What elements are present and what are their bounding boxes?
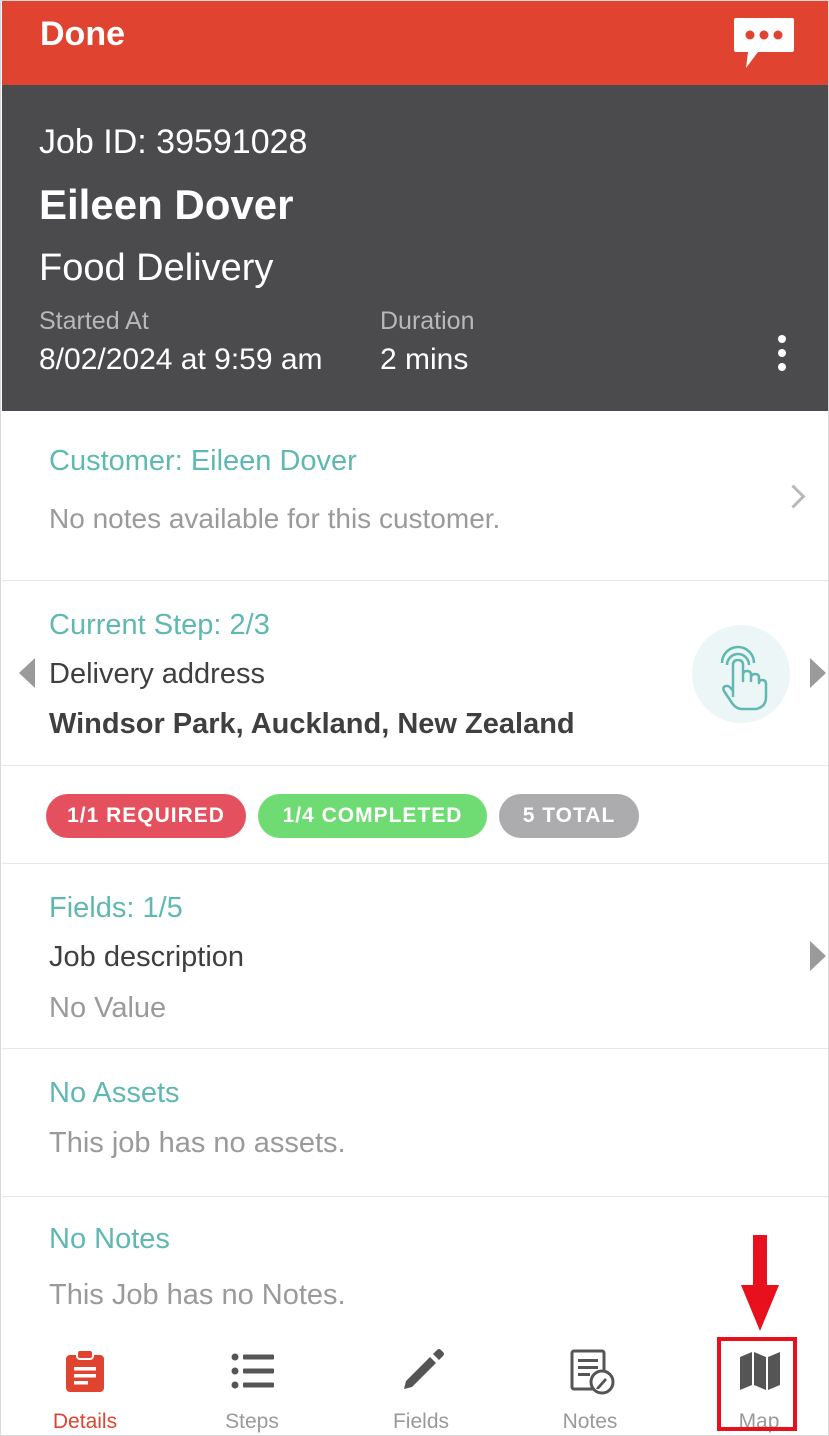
notes-title: No Notes	[49, 1223, 170, 1255]
tap-hand-icon	[720, 645, 768, 711]
tab-details-label: Details	[52, 1410, 118, 1433]
assets-title: No Assets	[49, 1077, 180, 1109]
total-badge: 5 TOTAL	[499, 794, 639, 838]
clipboard-icon	[66, 1349, 104, 1392]
list-icon	[231, 1353, 274, 1389]
tab-details[interactable]: Details	[5, 1331, 165, 1435]
step-name: Delivery address	[49, 658, 265, 690]
duration-label: Duration	[380, 307, 475, 335]
fields-title: Fields: 1/5	[49, 892, 183, 924]
annotation-arrow-head	[741, 1285, 779, 1331]
notes-icon	[570, 1349, 615, 1395]
pencil-icon	[404, 1349, 444, 1389]
tab-notes-label: Notes	[562, 1410, 618, 1433]
notes-text: This Job has no Notes.	[49, 1279, 346, 1311]
job-header: Job ID: 39591028 Eileen Dover Food Deliv…	[2, 85, 828, 411]
job-type: Food Delivery	[39, 247, 274, 289]
chevron-right-icon	[781, 484, 806, 509]
done-button[interactable]: Done	[40, 15, 125, 54]
tab-notes[interactable]: Notes	[510, 1331, 670, 1435]
step-value: Windsor Park, Auckland, New Zealand	[49, 708, 575, 740]
top-bar: Done	[2, 1, 828, 85]
current-step-section: Current Step: 2/3 Delivery address Winds…	[2, 581, 828, 766]
tab-steps[interactable]: Steps	[172, 1331, 332, 1435]
tap-step-button[interactable]	[692, 625, 790, 723]
field-name: Job description	[49, 941, 245, 973]
completed-badge: 1/4 COMPLETED	[258, 794, 487, 838]
started-at-label: Started At	[39, 307, 149, 335]
fields-section[interactable]: Fields: 1/5 Job description No Value	[2, 864, 828, 1049]
required-badge: 1/1 REQUIRED	[46, 794, 246, 838]
duration-value: 2 mins	[380, 343, 469, 376]
more-options-icon[interactable]	[770, 335, 794, 375]
previous-step-icon[interactable]	[19, 658, 35, 688]
assets-text: This job has no assets.	[49, 1127, 346, 1159]
started-at-value: 8/02/2024 at 9:59 am	[39, 343, 323, 376]
next-field-icon[interactable]	[810, 941, 826, 971]
assets-section: No Assets This job has no assets.	[2, 1049, 828, 1197]
job-id: Job ID: 39591028	[39, 123, 308, 161]
tab-fields[interactable]: Fields	[341, 1331, 501, 1435]
fields-summary-badges: 1/1 REQUIRED 1/4 COMPLETED 5 TOTAL	[2, 766, 828, 864]
map-tab-highlight	[717, 1337, 797, 1431]
tab-steps-label: Steps	[225, 1410, 279, 1433]
annotation-arrow	[753, 1235, 767, 1287]
customer-title: Customer: Eileen Dover	[49, 445, 357, 477]
chat-bubble-icon[interactable]	[732, 16, 796, 70]
current-step-title: Current Step: 2/3	[49, 609, 270, 641]
next-step-icon[interactable]	[810, 658, 826, 688]
customer-notes: No notes available for this customer.	[49, 503, 501, 534]
bottom-tab-bar: Details Steps Fields Notes Map	[2, 1331, 828, 1435]
notes-section: No Notes This Job has no Notes.	[2, 1197, 828, 1331]
customer-section[interactable]: Customer: Eileen Dover No notes availabl…	[2, 411, 828, 581]
field-value: No Value	[49, 992, 167, 1024]
app-screen: Done Job ID: 39591028 Eileen Dover Food …	[0, 0, 829, 1436]
tab-fields-label: Fields	[392, 1410, 450, 1433]
customer-name: Eileen Dover	[39, 181, 294, 228]
